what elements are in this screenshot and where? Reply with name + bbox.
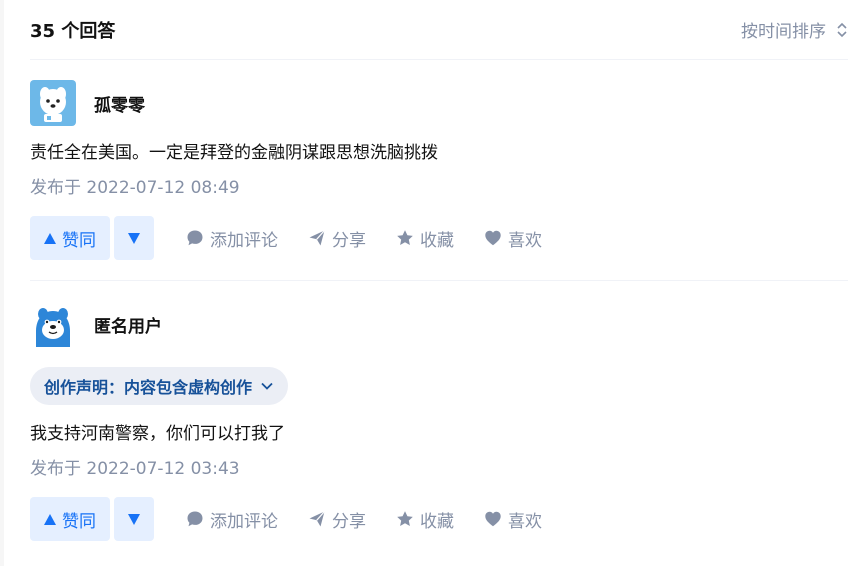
- add-comment-label: 添加评论: [210, 230, 278, 251]
- collect-label: 收藏: [420, 230, 454, 251]
- vote-down-button[interactable]: [114, 497, 154, 541]
- add-comment-label: 添加评论: [210, 511, 278, 532]
- like-label: 喜欢: [508, 511, 542, 532]
- declaration-label: 创作声明：内容包含虚构创作: [44, 378, 253, 397]
- sort-chevrons-icon: [837, 22, 847, 37]
- answer-item: 孤零零 责任全在美国。一定是拜登的金融阴谋跟思想洗脑挑拨 发布于 2022-07…: [30, 60, 848, 260]
- dog-avatar-icon[interactable]: [30, 80, 76, 126]
- publish-time[interactable]: 发布于 2022-07-12 08:49: [30, 174, 848, 202]
- vote-up-button[interactable]: 赞同: [30, 497, 110, 541]
- answer-count: 35 个回答: [30, 20, 116, 42]
- paper-plane-icon: [309, 230, 325, 246]
- vote-up-label: 赞同: [62, 511, 96, 532]
- triangle-down-icon: [128, 232, 140, 244]
- triangle-up-icon: [44, 513, 56, 525]
- answer-content: 责任全在美国。一定是拜登的金融阴谋跟思想洗脑挑拨: [30, 143, 438, 163]
- sort-label: 按时间排序: [741, 22, 826, 42]
- collect-button[interactable]: 收藏: [396, 226, 454, 251]
- answer-item: 匿名用户 创作声明：内容包含虚构创作 我支持河南警察，你们可以打我了 发布于 2…: [30, 280, 848, 541]
- like-button[interactable]: 喜欢: [484, 507, 542, 532]
- author-info: 匿名用户: [30, 301, 848, 347]
- vote-up-label: 赞同: [62, 230, 96, 251]
- comment-bubble-icon: [187, 511, 203, 527]
- publish-time[interactable]: 发布于 2022-07-12 03:43: [30, 455, 848, 483]
- add-comment-button[interactable]: 添加评论: [186, 507, 278, 532]
- triangle-down-icon: [128, 513, 140, 525]
- add-comment-button[interactable]: 添加评论: [186, 226, 278, 251]
- vote-up-button[interactable]: 赞同: [30, 216, 110, 260]
- chevron-down-icon: [261, 382, 273, 390]
- answer-content: 我支持河南警察，你们可以打我了: [30, 424, 285, 444]
- author-info: 孤零零: [30, 80, 848, 126]
- share-label: 分享: [332, 511, 366, 532]
- heart-icon: [485, 511, 501, 527]
- answer-actions: 赞同 添加评论 分享 收藏 喜欢: [30, 216, 848, 260]
- vote-down-button[interactable]: [114, 216, 154, 260]
- author-name[interactable]: 匿名用户: [94, 312, 162, 337]
- heart-icon: [485, 230, 501, 246]
- triangle-up-icon: [44, 232, 56, 244]
- left-divider: [0, 0, 4, 566]
- answer-actions: 赞同 添加评论 分享 收藏 喜欢: [30, 497, 848, 541]
- star-icon: [397, 230, 413, 245]
- like-label: 喜欢: [508, 230, 542, 251]
- anonymous-avatar-icon[interactable]: [30, 301, 76, 347]
- share-button[interactable]: 分享: [308, 226, 366, 251]
- paper-plane-icon: [309, 511, 325, 527]
- creation-declaration-tag[interactable]: 创作声明：内容包含虚构创作: [30, 367, 289, 405]
- sort-toggle[interactable]: 按时间排序: [741, 17, 848, 42]
- share-label: 分享: [332, 230, 366, 251]
- answer-list-header: 35 个回答 按时间排序: [30, 0, 848, 60]
- like-button[interactable]: 喜欢: [484, 226, 542, 251]
- star-icon: [397, 511, 413, 526]
- collect-label: 收藏: [420, 511, 454, 532]
- collect-button[interactable]: 收藏: [396, 507, 454, 532]
- author-name[interactable]: 孤零零: [94, 91, 145, 116]
- comment-bubble-icon: [187, 230, 203, 246]
- share-button[interactable]: 分享: [308, 507, 366, 532]
- answer-list: 35 个回答 按时间排序 孤零零 责任全在美国。一定是拜登的金融阴谋跟思想洗脑挑…: [30, 0, 848, 561]
